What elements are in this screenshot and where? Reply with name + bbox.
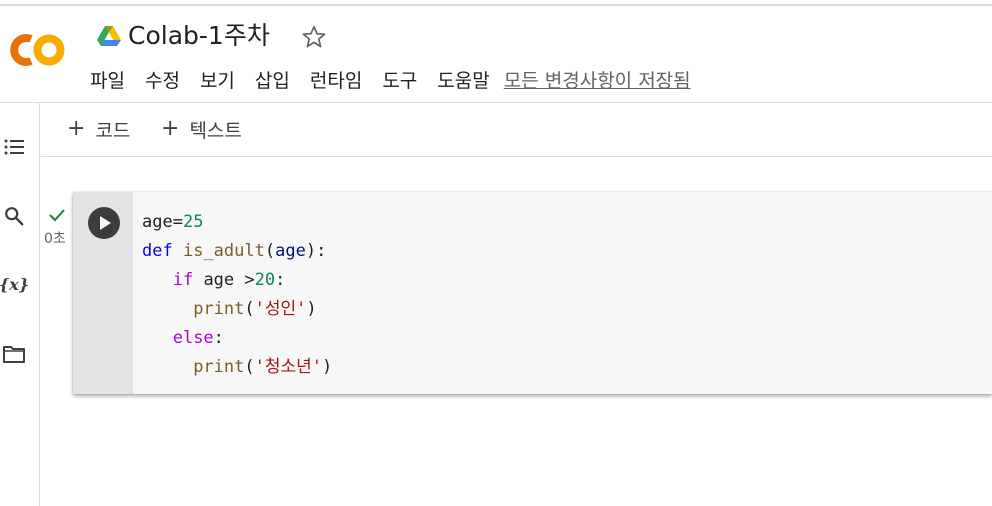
code-line: def is_adult(age): <box>142 237 332 266</box>
code-token: 25 <box>182 212 204 232</box>
menu-edit[interactable]: 수정 <box>135 66 190 96</box>
code-line: print('청소년') <box>142 353 332 382</box>
left-sidebar: {x} <box>0 103 40 506</box>
code-token: print <box>193 357 245 377</box>
add-code-label: 코드 <box>95 119 131 142</box>
menu-insert[interactable]: 삽입 <box>245 66 300 96</box>
add-code-button[interactable]: + 코드 <box>67 115 130 143</box>
menu-file[interactable]: 파일 <box>80 66 135 96</box>
star-icon[interactable] <box>301 24 327 50</box>
code-token: age <box>142 212 173 232</box>
code-cell[interactable]: age=25 def is_adult(age): if age >20: pri… <box>73 192 992 394</box>
code-token: else <box>172 328 214 348</box>
notebook-toolbar: + 코드 + 텍스트 <box>41 103 992 157</box>
toc-icon[interactable] <box>0 133 28 161</box>
code-token: ) <box>322 357 333 377</box>
plus-icon: + <box>67 116 86 141</box>
code-token: '성인' <box>254 299 307 319</box>
colab-logo[interactable] <box>4 30 68 72</box>
code-token: print <box>193 299 245 319</box>
code-token: is_adult <box>182 241 265 261</box>
menu-tools[interactable]: 도구 <box>372 66 427 96</box>
menu-help[interactable]: 도움말 <box>427 66 499 96</box>
check-icon <box>49 209 65 222</box>
code-token: if <box>172 270 194 290</box>
plus-icon: + <box>161 116 180 141</box>
code-token: age <box>275 241 306 261</box>
code-token: ( <box>244 357 255 377</box>
code-token: ) <box>306 299 317 319</box>
code-token: ( <box>244 299 255 319</box>
menu-view[interactable]: 보기 <box>190 66 245 96</box>
add-text-button[interactable]: + 텍스트 <box>161 115 242 143</box>
menu-runtime[interactable]: 런타임 <box>300 66 372 96</box>
code-line: age=25 <box>142 208 332 237</box>
code-token: ( <box>264 241 276 261</box>
run-cell-button[interactable] <box>88 207 120 239</box>
menu-bar: 파일 수정 보기 삽입 런타임 도구 도움말 모든 변경사항이 저장됨 <box>80 66 691 96</box>
search-icon[interactable] <box>0 202 28 230</box>
code-token: def <box>142 241 173 261</box>
drive-icon[interactable] <box>97 25 121 47</box>
code-token: age > <box>193 270 255 290</box>
execution-time: 0초 <box>44 231 66 247</box>
code-editor[interactable]: age=25 def is_adult(age): if age >20: pri… <box>142 208 332 382</box>
variables-icon[interactable]: {x} <box>0 270 29 298</box>
code-token: 20 <box>254 270 276 290</box>
folder-icon[interactable] <box>0 340 28 368</box>
code-token: '청소년' <box>254 357 323 377</box>
code-token: : <box>213 328 224 348</box>
cell-gutter <box>73 192 133 394</box>
code-token: = <box>172 212 183 232</box>
code-token: ): <box>305 241 327 261</box>
code-line: else: <box>142 324 332 353</box>
top-border <box>0 4 992 6</box>
notebook-title[interactable]: Colab-1주차 <box>128 20 270 52</box>
add-text-label: 텍스트 <box>189 119 242 142</box>
code-line: if age >20: <box>142 266 332 295</box>
code-line: print('성인') <box>142 295 332 324</box>
save-status-link[interactable]: 모든 변경사항이 저장됨 <box>504 66 691 96</box>
code-token: : <box>275 270 286 290</box>
